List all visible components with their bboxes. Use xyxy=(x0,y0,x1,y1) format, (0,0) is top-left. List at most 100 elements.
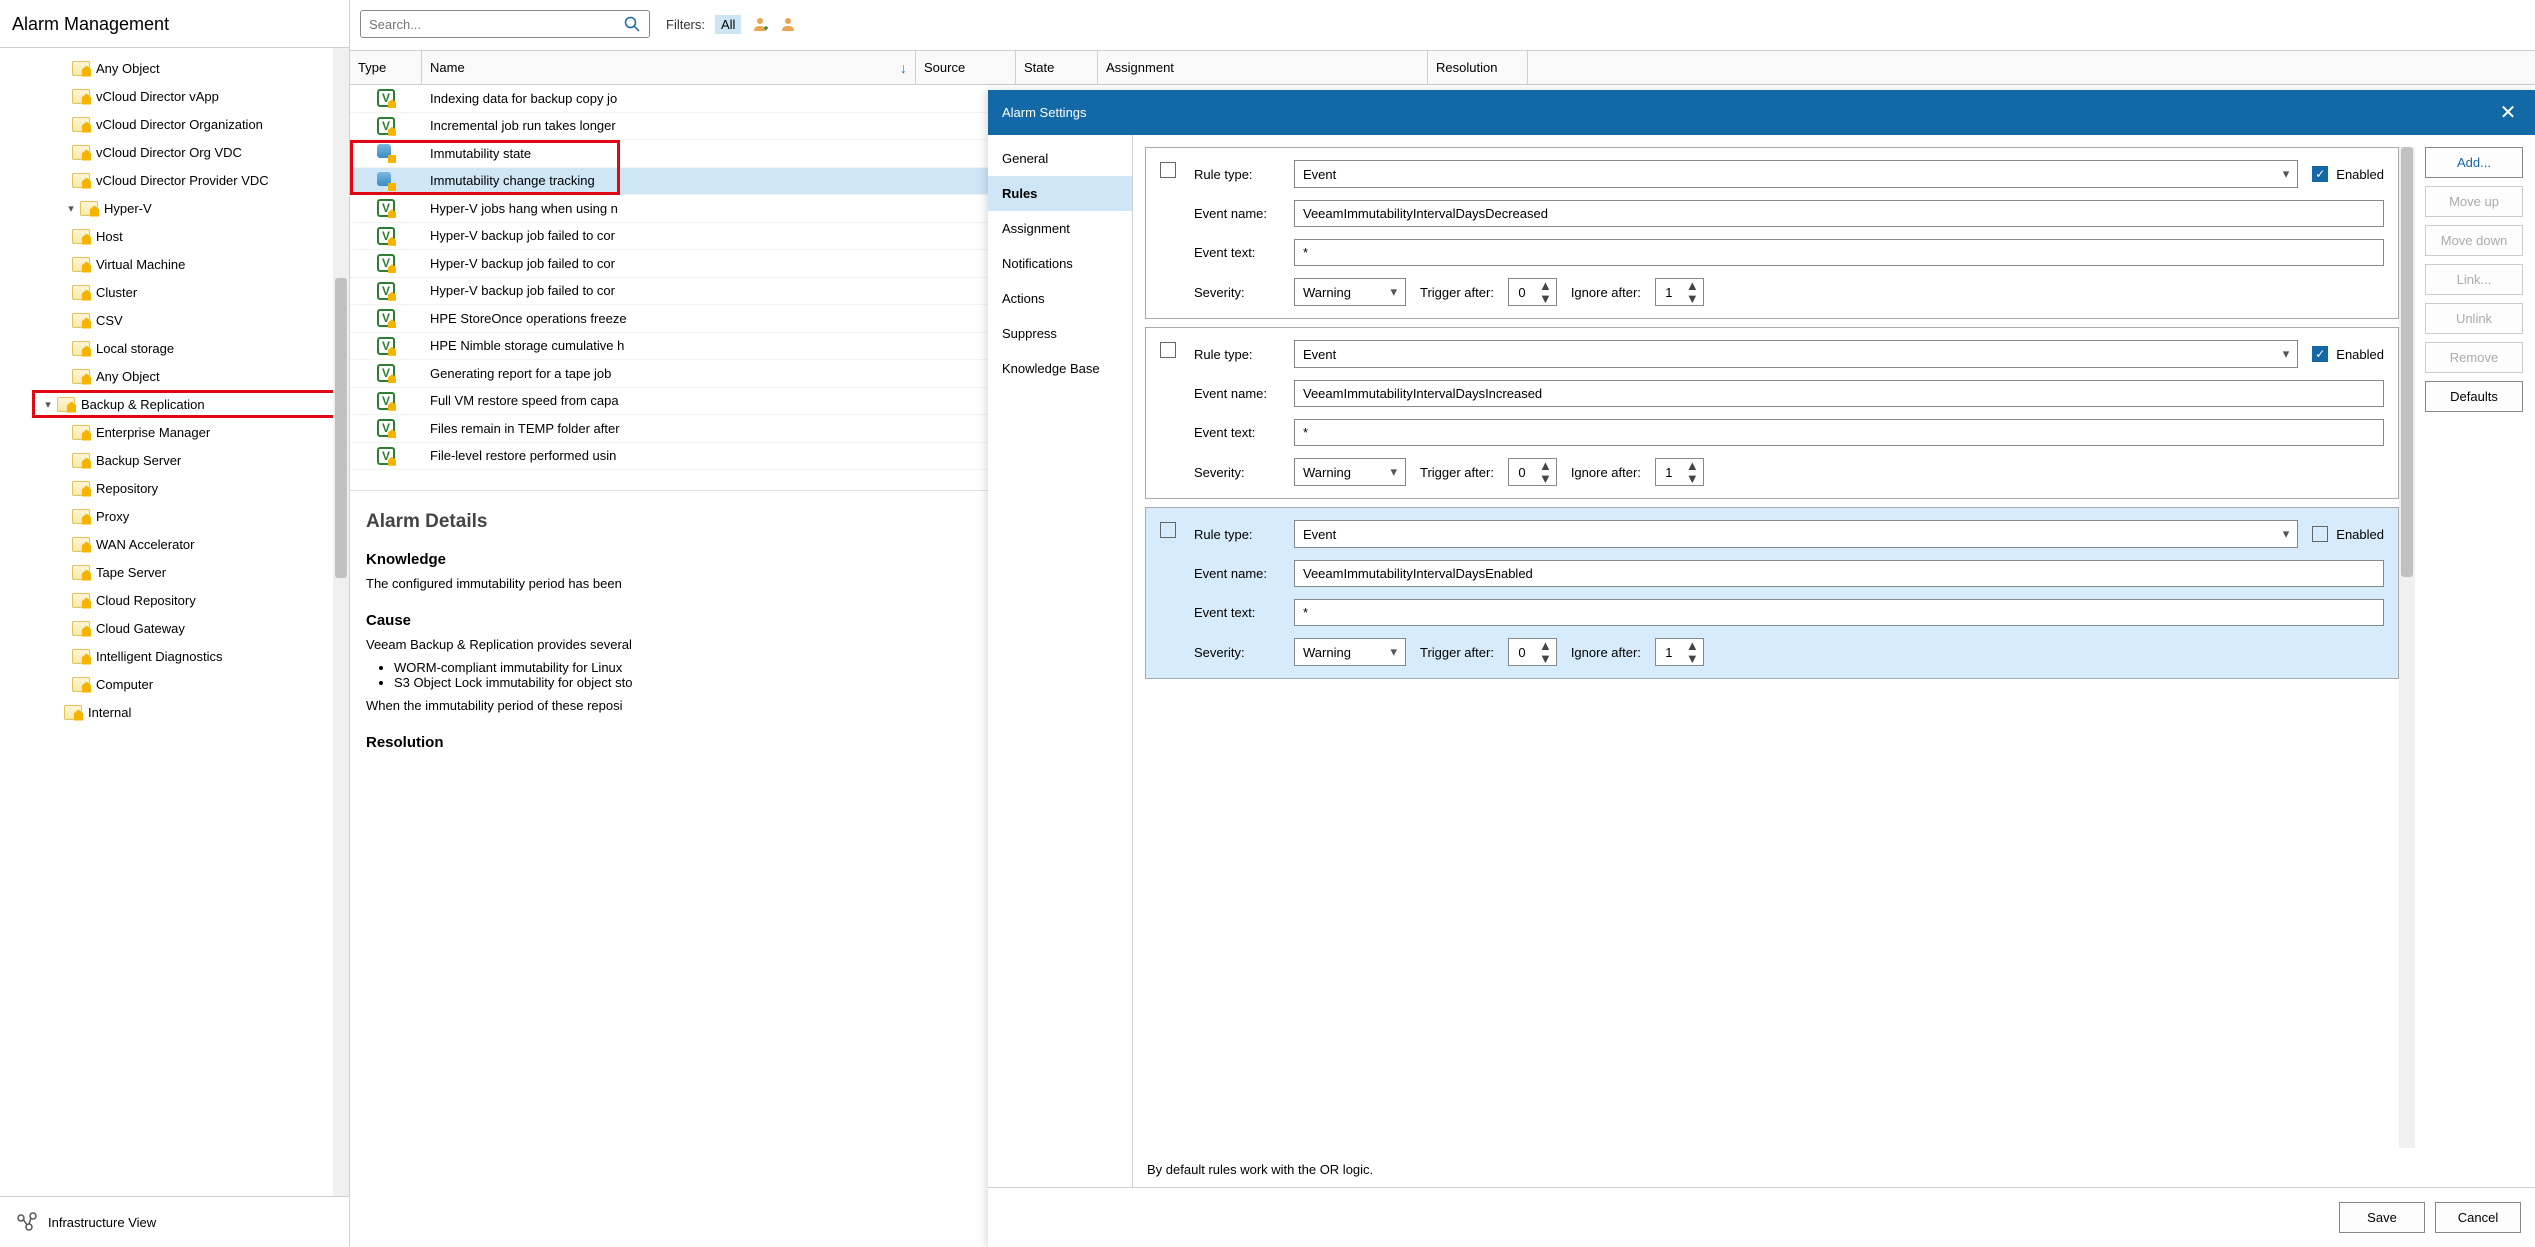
scrollbar-thumb[interactable] xyxy=(335,278,347,578)
scrollbar[interactable] xyxy=(333,48,349,1196)
trigger-after-spinner[interactable]: ▲▼ xyxy=(1508,638,1557,666)
tree-item[interactable]: Any Object xyxy=(6,54,349,82)
tree-item[interactable]: Repository xyxy=(6,474,349,502)
tree-item[interactable]: Virtual Machine xyxy=(6,250,349,278)
rule-card[interactable]: Rule type: Event▾Enabled Event name: Vee… xyxy=(1145,507,2399,679)
col-state[interactable]: State xyxy=(1016,51,1098,84)
close-icon[interactable]: ✕ xyxy=(2495,100,2521,125)
tree-item[interactable]: Intelligent Diagnostics xyxy=(6,642,349,670)
type-v-icon: V xyxy=(377,199,395,217)
remove-button[interactable]: Remove xyxy=(2425,342,2523,373)
nav-notifications[interactable]: Notifications xyxy=(988,246,1132,281)
tree-item[interactable]: Enterprise Manager xyxy=(6,418,349,446)
tree-item[interactable]: Proxy xyxy=(6,502,349,530)
tree-item[interactable]: Local storage xyxy=(6,334,349,362)
type-v-icon: V xyxy=(377,254,395,272)
tree-item[interactable]: Backup Server xyxy=(6,446,349,474)
event-text-input[interactable]: * xyxy=(1294,239,2384,266)
enabled-checkbox[interactable] xyxy=(2312,526,2328,542)
alarm-settings-dialog: Alarm Settings ✕ General Rules Assignmen… xyxy=(988,90,2535,1247)
unlink-button[interactable]: Unlink xyxy=(2425,303,2523,334)
chevron-down-icon: ▾ xyxy=(1390,284,1397,300)
folder-icon xyxy=(72,229,90,244)
tree-item[interactable]: WAN Accelerator xyxy=(6,530,349,558)
rule-card[interactable]: Rule type: Event▾✓Enabled Event name: Ve… xyxy=(1145,327,2399,499)
col-resolution[interactable]: Resolution xyxy=(1428,51,1528,84)
col-assignment[interactable]: Assignment xyxy=(1098,51,1428,84)
rule-checkbox[interactable] xyxy=(1160,342,1176,358)
tree-item[interactable]: Cluster xyxy=(6,278,349,306)
chevron-down-icon[interactable]: ▾ xyxy=(64,201,78,215)
col-type[interactable]: Type xyxy=(350,51,422,84)
infrastructure-icon xyxy=(16,1211,38,1233)
tree-item[interactable]: Any Object xyxy=(6,362,349,390)
tree-item[interactable]: vCloud Director Organization xyxy=(6,110,349,138)
nav-actions[interactable]: Actions xyxy=(988,281,1132,316)
chevron-down-icon[interactable]: ▾ xyxy=(41,397,55,411)
scrollbar-thumb[interactable] xyxy=(2401,147,2413,577)
tree-item[interactable]: vCloud Director Org VDC xyxy=(6,138,349,166)
rule-type-select[interactable]: Event▾ xyxy=(1294,340,2298,368)
nav-rules[interactable]: Rules xyxy=(988,176,1132,211)
filter-user-icon[interactable] xyxy=(751,15,769,33)
moveup-button[interactable]: Move up xyxy=(2425,186,2523,217)
tree-item-backup-replication[interactable]: ▾Backup & Replication xyxy=(32,390,349,418)
infrastructure-view-button[interactable]: Infrastructure View xyxy=(0,1196,349,1247)
event-name-input[interactable]: VeeamImmutabilityIntervalDaysDecreased xyxy=(1294,200,2384,227)
dialog-nav: General Rules Assignment Notifications A… xyxy=(988,135,1133,1187)
search-field[interactable] xyxy=(369,17,623,32)
tree-item[interactable]: Internal xyxy=(6,698,349,726)
tree-item[interactable]: Cloud Gateway xyxy=(6,614,349,642)
col-name[interactable]: Name↓ xyxy=(422,51,916,84)
rule-card[interactable]: Rule type: Event▾✓Enabled Event name: Ve… xyxy=(1145,147,2399,319)
cancel-button[interactable]: Cancel xyxy=(2435,1202,2521,1233)
severity-select[interactable]: Warning▾ xyxy=(1294,638,1406,666)
defaults-button[interactable]: Defaults xyxy=(2425,381,2523,412)
dialog-title-bar: Alarm Settings ✕ xyxy=(988,90,2535,135)
rule-type-select[interactable]: Event▾ xyxy=(1294,160,2298,188)
ignore-after-spinner[interactable]: ▲▼ xyxy=(1655,458,1704,486)
trigger-after-spinner[interactable]: ▲▼ xyxy=(1508,458,1557,486)
rule-checkbox[interactable] xyxy=(1160,162,1176,178)
link-button[interactable]: Link... xyxy=(2425,264,2523,295)
event-name-input[interactable]: VeeamImmutabilityIntervalDaysIncreased xyxy=(1294,380,2384,407)
event-name-input[interactable]: VeeamImmutabilityIntervalDaysEnabled xyxy=(1294,560,2384,587)
nav-general[interactable]: General xyxy=(988,141,1132,176)
event-text-input[interactable]: * xyxy=(1294,599,2384,626)
nav-kb[interactable]: Knowledge Base xyxy=(988,351,1132,386)
filter-user2-icon[interactable] xyxy=(779,15,797,33)
trigger-after-spinner[interactable]: ▲▼ xyxy=(1508,278,1557,306)
search-input[interactable] xyxy=(360,10,650,38)
save-button[interactable]: Save xyxy=(2339,1202,2425,1233)
tree-item[interactable]: vCloud Director Provider VDC xyxy=(6,166,349,194)
search-icon[interactable] xyxy=(623,15,641,33)
type-v-icon: V xyxy=(377,392,395,410)
col-source[interactable]: Source xyxy=(916,51,1016,84)
ignore-after-spinner[interactable]: ▲▼ xyxy=(1655,638,1704,666)
filter-all[interactable]: All xyxy=(715,15,741,34)
tree-item[interactable]: Computer xyxy=(6,670,349,698)
ignore-after-spinner[interactable]: ▲▼ xyxy=(1655,278,1704,306)
tree-item[interactable]: vCloud Director vApp xyxy=(6,82,349,110)
movedown-button[interactable]: Move down xyxy=(2425,225,2523,256)
rule-type-select[interactable]: Event▾ xyxy=(1294,520,2298,548)
add-button[interactable]: Add... xyxy=(2425,147,2523,178)
rule-checkbox[interactable] xyxy=(1160,522,1176,538)
tree-item[interactable]: Tape Server xyxy=(6,558,349,586)
type-v-icon: V xyxy=(377,419,395,437)
enabled-checkbox[interactable]: ✓ xyxy=(2312,166,2328,182)
sort-down-icon: ↓ xyxy=(900,60,907,76)
severity-select[interactable]: Warning▾ xyxy=(1294,278,1406,306)
severity-select[interactable]: Warning▾ xyxy=(1294,458,1406,486)
folder-icon xyxy=(72,341,90,356)
type-v-icon: V xyxy=(377,364,395,382)
type-v-icon: V xyxy=(377,309,395,327)
event-text-input[interactable]: * xyxy=(1294,419,2384,446)
tree-item[interactable]: Host xyxy=(6,222,349,250)
nav-suppress[interactable]: Suppress xyxy=(988,316,1132,351)
nav-assignment[interactable]: Assignment xyxy=(988,211,1132,246)
enabled-checkbox[interactable]: ✓ xyxy=(2312,346,2328,362)
tree-item[interactable]: CSV xyxy=(6,306,349,334)
tree-item-hyperv[interactable]: ▾Hyper-V xyxy=(6,194,349,222)
tree-item[interactable]: Cloud Repository xyxy=(6,586,349,614)
